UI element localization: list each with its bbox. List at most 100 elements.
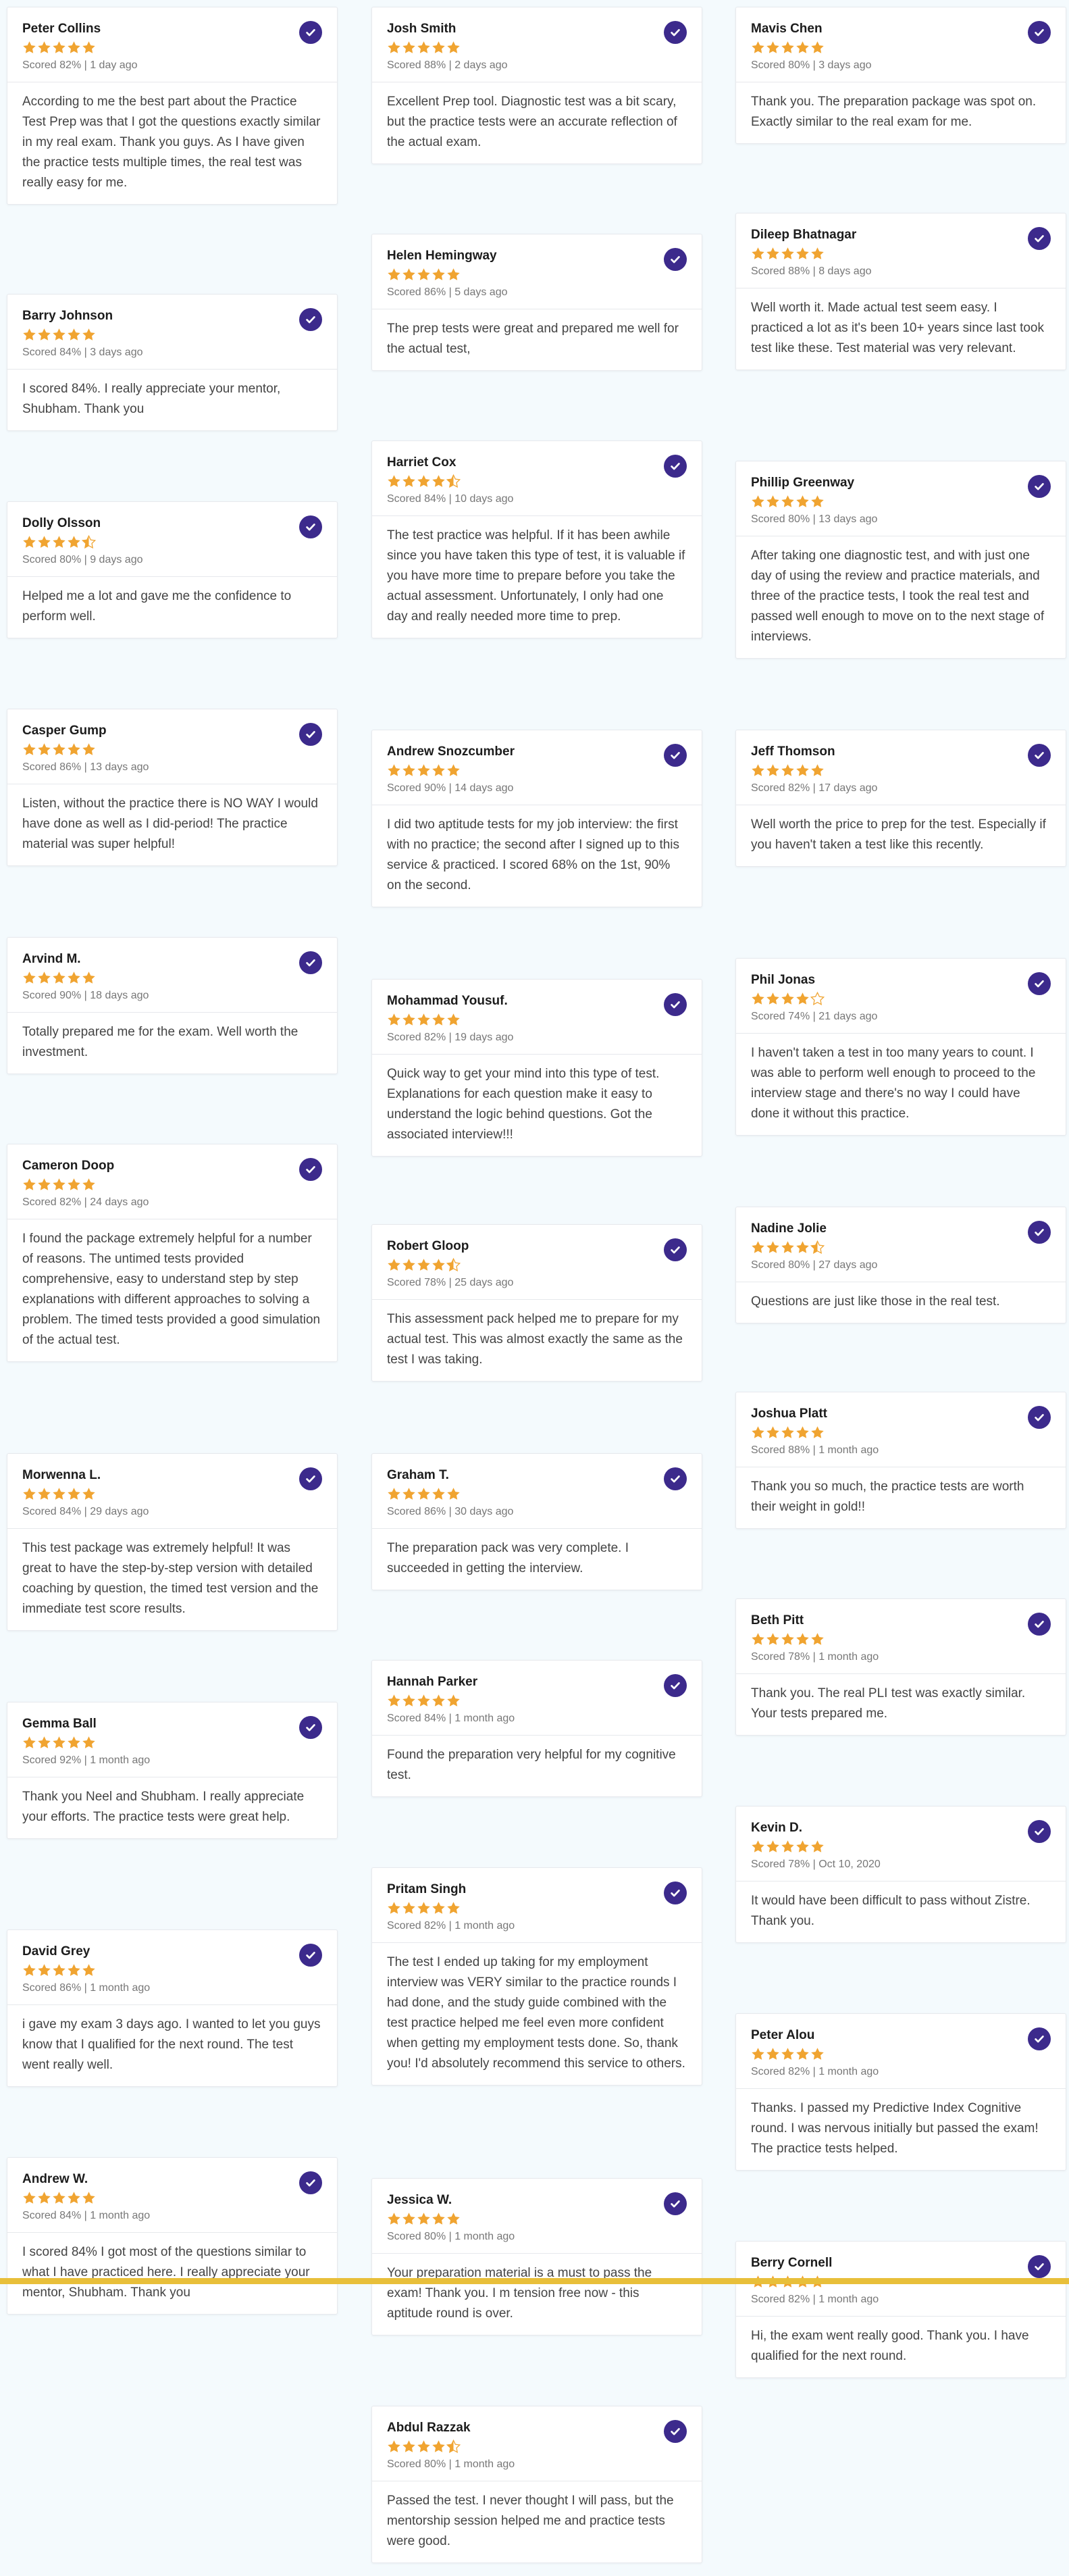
reviewer-name: Phil Jonas: [751, 973, 816, 987]
star-icon: [810, 1240, 825, 1254]
star-icon: [388, 2213, 400, 2225]
star-icon: [417, 1488, 430, 1500]
star-icon: [388, 1013, 400, 1026]
check-circle-icon: [299, 1467, 322, 1490]
review-score-date: Scored 78% | 25 days ago: [387, 1277, 514, 1288]
reviewer-name: Phillip Greenway: [751, 476, 855, 490]
check-circle-icon: [299, 1944, 322, 1967]
review-score-date: Scored 82% | 17 days ago: [751, 782, 878, 794]
star-icon: [447, 2213, 460, 2225]
star-icon: [417, 1902, 430, 1914]
review-card: Dileep Bhatnagar Scored 88% | 8 days ago W…: [735, 213, 1066, 370]
reviewer-name: Joshua Platt: [751, 1407, 827, 1421]
star-icon: [388, 1694, 400, 1707]
review-card: Casper Gump Scored 86% | 13 days ago Liste…: [7, 709, 338, 866]
star-icon: [447, 41, 460, 53]
review-text: Hi, the exam went really good. Thank you…: [751, 2329, 1029, 2363]
star-rating: [751, 495, 1051, 509]
star-icon: [402, 41, 415, 53]
star-icon: [796, 495, 809, 507]
star-icon: [82, 535, 96, 549]
review-header: Phil Jonas Scored 74% | 21 days ago: [736, 959, 1066, 1034]
review-card: Arvind M. Scored 90% | 18 days ago Totally…: [7, 937, 338, 1074]
review-header: Jessica W. Scored 80% | 1 month ago: [372, 2179, 702, 2254]
check-circle-icon: [664, 1238, 687, 1261]
star-rating: [387, 763, 687, 778]
star-icon: [68, 1736, 80, 1748]
reviewer-name: Mavis Chen: [751, 22, 823, 36]
reviewer-name: Andrew Snozcumber: [387, 744, 515, 759]
review-score-date: Scored 86% | 1 month ago: [22, 1982, 151, 1994]
star-icon: [53, 328, 66, 340]
reviewer-name: Pritam Singh: [387, 1882, 467, 1896]
star-icon: [766, 41, 779, 53]
reviewer-name: Andrew W.: [22, 2172, 88, 2186]
star-icon: [432, 1013, 445, 1026]
star-icon: [432, 475, 445, 487]
star-icon: [766, 2048, 779, 2060]
star-icon: [811, 495, 824, 507]
review-card: Mohammad Yousuf. Scored 82% | 19 days ago…: [371, 979, 702, 1157]
review-text: i gave my exam 3 days ago. I wanted to l…: [22, 2017, 321, 2072]
star-icon: [68, 1488, 80, 1500]
review-text: Quick way to get your mind into this typ…: [387, 1067, 660, 1142]
check-circle-icon: [1028, 972, 1051, 995]
star-rating: [387, 1013, 687, 1028]
star-icon: [811, 2048, 824, 2060]
star-icon: [417, 1694, 430, 1707]
review-text: The prep tests were great and prepared m…: [387, 322, 679, 356]
star-icon: [447, 268, 460, 280]
check-circle-icon: [299, 2171, 322, 2194]
reviewer-name: Beth Pitt: [751, 1613, 804, 1627]
review-header: Pritam Singh Scored 82% | 1 month ago: [372, 1868, 702, 1943]
review-header: Peter Alou Scored 82% | 1 month ago: [736, 2014, 1066, 2089]
star-icon: [53, 743, 66, 755]
reviewer-name: Casper Gump: [22, 724, 107, 738]
star-icon: [402, 2440, 415, 2452]
reviewer-name: Helen Hemingway: [387, 249, 497, 263]
star-icon: [82, 743, 95, 755]
star-icon: [402, 268, 415, 280]
star-icon: [752, 1241, 764, 1253]
star-icon: [68, 328, 80, 340]
review-header: Josh Smith Scored 88% | 2 days ago: [372, 7, 702, 82]
star-icon: [766, 247, 779, 259]
star-rating: [751, 41, 1051, 55]
star-icon: [53, 2192, 66, 2204]
star-icon: [38, 328, 51, 340]
star-rating: [387, 2212, 687, 2227]
star-icon: [417, 41, 430, 53]
star-icon: [417, 2440, 430, 2452]
star-icon: [23, 1736, 36, 1748]
star-icon: [432, 764, 445, 776]
review-score-date: Scored 92% | 1 month ago: [22, 1754, 151, 1766]
star-icon: [752, 495, 764, 507]
check-circle-icon: [299, 1158, 322, 1181]
review-text: Questions are just like those in the rea…: [751, 1294, 1000, 1309]
star-rating: [387, 2440, 687, 2454]
review-score-date: Scored 78% | 1 month ago: [751, 1651, 879, 1663]
star-icon: [447, 1694, 460, 1707]
star-icon: [766, 1840, 779, 1852]
star-rating: [387, 474, 687, 489]
star-icon: [68, 1964, 80, 1976]
review-card: Robert Gloop Scored 78% | 25 days ago This…: [371, 1224, 702, 1382]
check-circle-icon: [299, 308, 322, 331]
review-header: Mavis Chen Scored 80% | 3 days ago: [736, 7, 1066, 82]
review-header: Helen Hemingway Scored 86% | 5 days ago: [372, 234, 702, 309]
star-icon: [766, 495, 779, 507]
review-text: I scored 84%. I really appreciate your m…: [22, 382, 281, 416]
review-card: Gemma Ball Scored 92% | 1 month ago Thank …: [7, 1702, 338, 1839]
reviewer-name: Josh Smith: [387, 22, 457, 36]
highlight-divider: [0, 2278, 1069, 2284]
star-icon: [82, 1736, 95, 1748]
review-card: Graham T. Scored 86% | 30 days ago The pre…: [371, 1453, 702, 1590]
star-icon: [432, 2213, 445, 2225]
star-rating: [387, 1901, 687, 1916]
star-rating: [22, 1178, 322, 1192]
star-icon: [766, 1633, 779, 1645]
star-icon: [68, 536, 80, 548]
reviewer-name: Arvind M.: [22, 952, 81, 966]
review-text: Well worth the price to prep for the tes…: [751, 817, 1046, 852]
review-score-date: Scored 84% | 29 days ago: [22, 1506, 149, 1517]
